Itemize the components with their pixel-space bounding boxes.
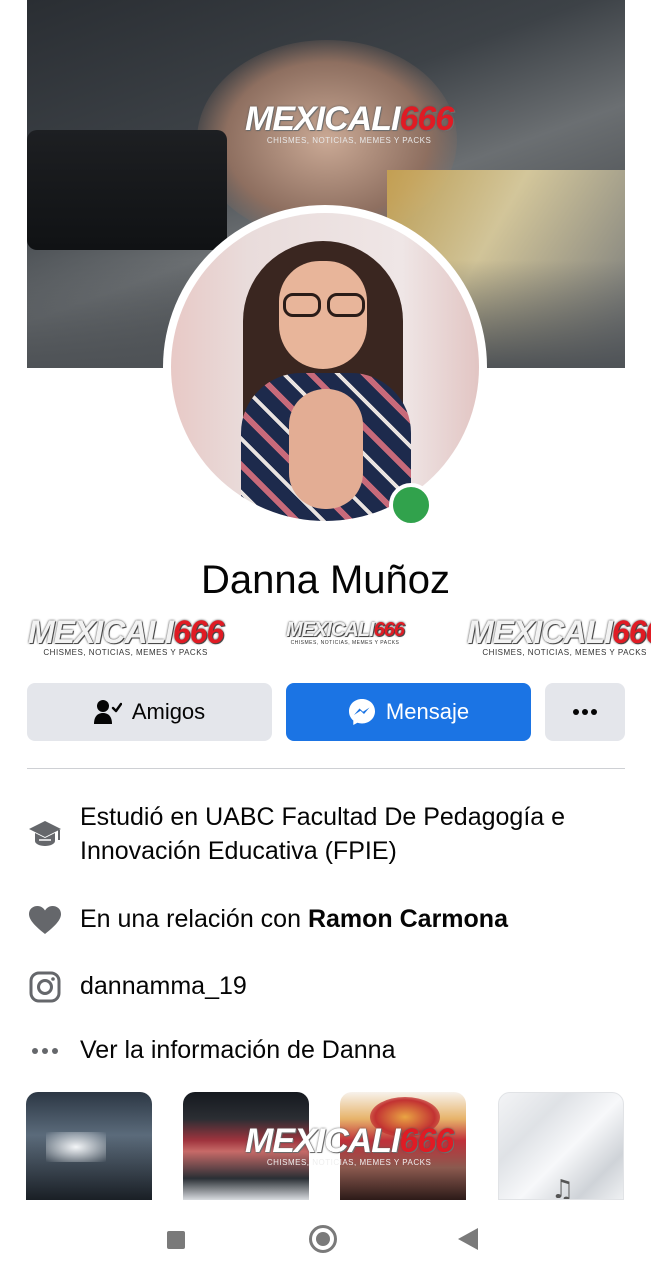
- friend-check-icon: [93, 699, 122, 725]
- profile-name: Danna Muñoz: [200, 558, 451, 602]
- message-button-label: Mensaje: [385, 699, 470, 724]
- see-info-row[interactable]: Ver la información de Danna: [27, 1033, 625, 1069]
- avatar[interactable]: [171, 213, 479, 521]
- highlight-thumbnail[interactable]: ♫: [498, 1092, 624, 1200]
- watermark-text: MEXICALI: [286, 619, 375, 641]
- watermark-number: 666: [611, 614, 651, 650]
- relationship-text: En una relación con Ramon Carmona: [80, 902, 620, 936]
- watermark-subtitle: CHISMES, NOTICIAS, MEMES Y PACKS: [43, 648, 208, 657]
- watermark-subtitle: CHISMES, NOTICIAS, MEMES Y PACKS: [266, 136, 432, 145]
- watermark-number: 666: [399, 1122, 454, 1160]
- avatar-detail: [327, 293, 365, 317]
- instagram-icon: [27, 969, 63, 1005]
- music-note-icon: ♫: [551, 1175, 575, 1200]
- watermark-subtitle: CHISMES, NOTICIAS, MEMES Y PACKS: [290, 640, 400, 646]
- instagram-detail[interactable]: dannamma_19: [27, 969, 625, 1005]
- watermark-logo: MEXICALI666 CHISMES, NOTICIAS, MEMES Y P…: [28, 614, 224, 657]
- watermark-logo: MEXICALI666 CHISMES, NOTICIAS, MEMES Y P…: [467, 616, 651, 657]
- instagram-handle[interactable]: dannamma_19: [80, 969, 620, 1003]
- education-text: Estudió en UABC Facultad De Pedagogía e …: [80, 803, 566, 865]
- friends-button[interactable]: Amigos: [27, 683, 272, 741]
- watermark-text: MEXICALI: [467, 614, 613, 650]
- cover-detail: [27, 130, 227, 250]
- thumbnail-detail: [46, 1132, 106, 1162]
- highlight-thumbnail[interactable]: [26, 1092, 152, 1200]
- graduation-cap-icon: [27, 816, 63, 852]
- more-options-button[interactable]: [545, 683, 625, 741]
- friends-button-label: Amigos: [131, 699, 206, 724]
- system-navigation-bar: [0, 1200, 651, 1280]
- section-divider: [27, 768, 625, 769]
- watermark-text: MEXICALI: [28, 614, 174, 650]
- watermark-subtitle: CHISMES, NOTICIAS, MEMES Y PACKS: [266, 1158, 432, 1167]
- see-info-link[interactable]: Ver la información de Danna: [80, 1033, 620, 1067]
- watermark-logo: MEXICALI666 CHISMES, NOTICIAS, MEMES Y P…: [286, 619, 405, 646]
- watermark-number: 666: [399, 100, 454, 138]
- avatar-detail: [289, 389, 363, 509]
- heart-icon: [27, 902, 63, 938]
- watermark-logo: MEXICALI666 CHISMES, NOTICIAS, MEMES Y P…: [245, 100, 454, 145]
- profile-picture[interactable]: [163, 205, 487, 529]
- message-button[interactable]: Mensaje: [286, 683, 531, 741]
- watermark-number: 666: [373, 619, 405, 641]
- messenger-icon: [348, 698, 376, 726]
- more-dots-icon: [572, 708, 598, 716]
- education-detail: Estudió en UABC Facultad De Pedagogía e …: [27, 800, 625, 868]
- recent-apps-button[interactable]: [167, 1231, 185, 1249]
- avatar-detail: [283, 293, 321, 317]
- watermark-subtitle: CHISMES, NOTICIAS, MEMES Y PACKS: [482, 648, 647, 657]
- relationship-partner-link[interactable]: Ramon Carmona: [308, 905, 508, 933]
- relationship-prefix: En una relación con: [80, 905, 308, 933]
- back-button[interactable]: [458, 1228, 478, 1250]
- watermark-number: 666: [172, 614, 224, 650]
- watermark-text: MEXICALI: [245, 100, 400, 138]
- online-status-indicator: [389, 483, 433, 527]
- watermark-text: MEXICALI: [245, 1122, 400, 1160]
- more-dots-icon: [27, 1033, 63, 1069]
- home-button[interactable]: [309, 1225, 337, 1253]
- relationship-detail: En una relación con Ramon Carmona: [27, 902, 625, 938]
- avatar-detail: [277, 293, 369, 319]
- watermark-logo: MEXICALI666 CHISMES, NOTICIAS, MEMES Y P…: [245, 1122, 454, 1167]
